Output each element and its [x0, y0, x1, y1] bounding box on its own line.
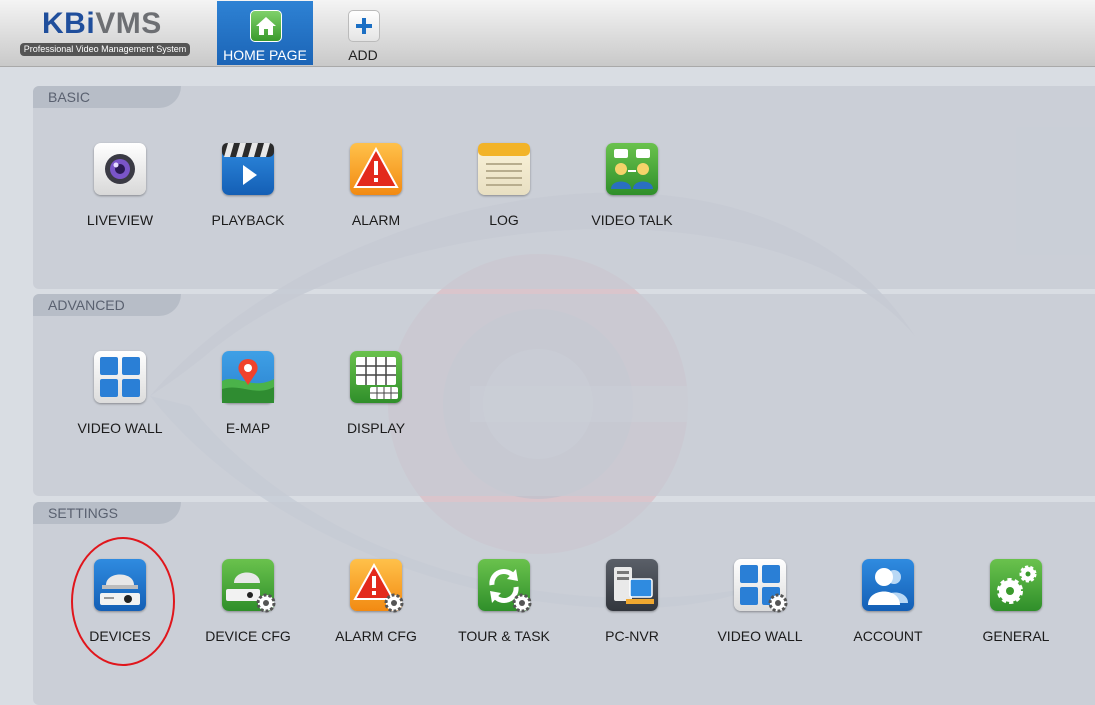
settings-item-devices[interactable]: DEVICES	[65, 559, 175, 644]
device-config-icon	[222, 559, 276, 613]
item-label: DEVICES	[89, 628, 151, 644]
basic-section: BASIC LIVEVIEW PLAYBACK ALARM LOG VIDEO …	[33, 86, 1095, 289]
clapperboard-play-icon	[222, 143, 274, 195]
settings-item-video-wall[interactable]: VIDEO WALL	[705, 559, 815, 644]
settings-item-pc-nvr[interactable]: PC-NVR	[577, 559, 687, 644]
video-talk-icon	[606, 143, 658, 195]
alarm-warning-icon	[350, 143, 402, 195]
settings-item-tour-task[interactable]: TOUR & TASK	[449, 559, 559, 644]
settings-item-device-cfg[interactable]: DEVICE CFG	[193, 559, 303, 644]
advanced-section: ADVANCED VIDEO WALL E-MAP DISPLAY	[33, 294, 1095, 496]
item-label: ALARM	[351, 212, 401, 228]
plus-icon	[348, 10, 380, 42]
gear-icon	[512, 593, 532, 613]
basic-item-playback[interactable]: PLAYBACK	[193, 143, 303, 228]
gear-icon	[256, 593, 276, 613]
item-label: TOUR & TASK	[458, 628, 550, 644]
map-pin-icon	[222, 351, 274, 403]
settings-item-general[interactable]: GENERAL	[961, 559, 1071, 644]
section-title-settings: SETTINGS	[33, 502, 181, 524]
logo-subtitle: Professional Video Management System	[20, 43, 190, 56]
settings-item-alarm-cfg[interactable]: ALARM CFG	[321, 559, 431, 644]
basic-item-video-talk[interactable]: VIDEO TALK	[577, 143, 687, 228]
item-label: PLAYBACK	[211, 212, 285, 228]
item-label: LOG	[489, 212, 519, 228]
logo-title: KBiVMS	[42, 7, 162, 40]
video-wall-icon	[94, 351, 146, 403]
advanced-item-display[interactable]: DISPLAY	[321, 351, 431, 436]
item-label: ACCOUNT	[853, 628, 923, 644]
item-label: VIDEO TALK	[591, 212, 673, 228]
item-label: VIDEO WALL	[77, 420, 163, 436]
item-label: GENERAL	[982, 628, 1050, 644]
general-gears-icon	[990, 559, 1042, 611]
settings-item-account[interactable]: ACCOUNT	[833, 559, 943, 644]
basic-item-liveview[interactable]: LIVEVIEW	[65, 143, 175, 228]
item-label: LIVEVIEW	[86, 212, 154, 228]
basic-item-alarm[interactable]: ALARM	[321, 143, 431, 228]
gear-icon	[768, 593, 788, 613]
pc-nvr-icon	[606, 559, 658, 611]
gear-icon	[384, 593, 404, 613]
top-bar: KBiVMS Professional Video Management Sys…	[0, 0, 1095, 67]
tab-label: HOME PAGE	[223, 47, 307, 63]
item-label: VIDEO WALL	[717, 628, 803, 644]
settings-section: SETTINGS DEVICES DEVICE CFG ALARM CFG TO…	[33, 502, 1095, 705]
item-label: E-MAP	[225, 420, 271, 436]
video-wall-config-icon	[734, 559, 788, 613]
advanced-item-e-map[interactable]: E-MAP	[193, 351, 303, 436]
account-users-icon	[862, 559, 914, 611]
item-label: PC-NVR	[605, 628, 659, 644]
tab-home-page[interactable]: HOME PAGE	[217, 1, 313, 65]
camera-lens-icon	[94, 143, 146, 195]
section-title-advanced: ADVANCED	[33, 294, 181, 316]
tour-task-icon	[478, 559, 532, 613]
alarm-config-icon	[350, 559, 404, 613]
item-label: DISPLAY	[346, 420, 406, 436]
advanced-item-video-wall[interactable]: VIDEO WALL	[65, 351, 175, 436]
tab-label: ADD	[348, 47, 378, 63]
app-logo: KBiVMS Professional Video Management Sys…	[20, 6, 192, 58]
item-label: DEVICE CFG	[205, 628, 291, 644]
tab-add[interactable]: ADD	[315, 1, 411, 65]
display-grid-icon	[350, 351, 402, 403]
dome-camera-icon	[94, 559, 146, 611]
notepad-log-icon	[478, 143, 530, 195]
section-title-basic: BASIC	[33, 86, 181, 108]
basic-item-log[interactable]: LOG	[449, 143, 559, 228]
home-icon	[250, 10, 282, 42]
item-label: ALARM CFG	[335, 628, 417, 644]
